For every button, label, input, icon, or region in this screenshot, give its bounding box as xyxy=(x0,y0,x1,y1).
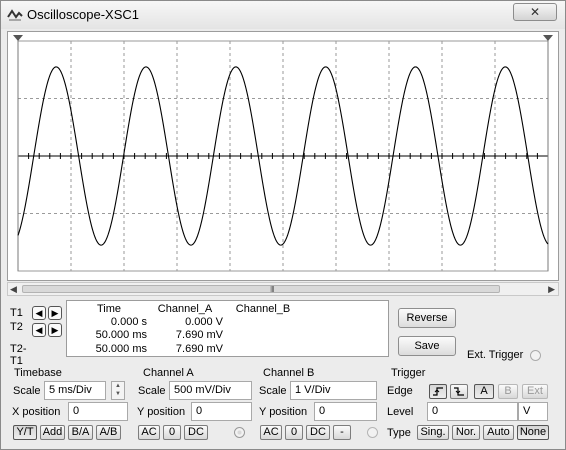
scroll-grip: III xyxy=(270,285,275,294)
readout-t2-channel-a: 7.690 mV xyxy=(175,329,223,341)
readout-header-channel-a: Channel_A xyxy=(157,303,213,315)
ext-trigger-terminal[interactable] xyxy=(530,350,541,361)
channel-b-ypos-field[interactable]: 0 xyxy=(314,402,377,421)
channel-b-zero-button[interactable]: 0 xyxy=(285,425,303,440)
channel-a-ypos-label: Y position xyxy=(137,406,186,418)
channel-a-ac-button[interactable]: AC xyxy=(138,425,160,440)
cursor-t1-label: T1 xyxy=(10,307,23,319)
trigger-source-ext-button[interactable]: Ext xyxy=(522,384,548,399)
channel-b-scale-field[interactable]: 1 V/Div xyxy=(290,381,377,400)
mode-ba-button[interactable]: B/A xyxy=(68,425,93,440)
trigger-single-button[interactable]: Sing. xyxy=(417,425,449,440)
trigger-source-b-button[interactable]: B xyxy=(498,384,518,399)
trigger-level-label: Level xyxy=(387,406,414,418)
timebase-xpos-field[interactable]: 0 xyxy=(68,402,128,421)
arrow-right-icon: ▶ xyxy=(51,308,59,318)
horizontal-scrollbar[interactable]: ◀ III ▶ xyxy=(7,282,559,296)
mode-add-button[interactable]: Add xyxy=(40,425,65,440)
save-button[interactable]: Save xyxy=(398,336,456,356)
channel-b-minus-button[interactable]: - xyxy=(333,425,351,440)
channel-a-terminal[interactable] xyxy=(234,427,245,438)
trigger-source-a-button[interactable]: A xyxy=(474,384,494,399)
close-button[interactable]: ✕ xyxy=(513,3,557,21)
trigger-auto-button[interactable]: Auto xyxy=(483,425,514,440)
channel-a-ypos-field[interactable]: 0 xyxy=(191,402,252,421)
timebase-scale-label: Scale xyxy=(13,385,41,397)
readout-header-time: Time xyxy=(96,303,122,315)
cursor-diff-label: T2-T1 xyxy=(10,343,27,367)
rising-edge-icon xyxy=(433,387,443,396)
oscilloscope-icon xyxy=(7,9,23,21)
mode-yt-button[interactable]: Y/T xyxy=(13,425,37,440)
falling-edge-button[interactable] xyxy=(450,384,468,399)
rising-edge-button[interactable] xyxy=(429,384,447,399)
readout-t2-time: 50.000 ms xyxy=(95,329,147,341)
channel-b-scale-label: Scale xyxy=(259,385,287,397)
t2-left-arrow-button[interactable]: ◀ xyxy=(32,323,46,337)
title-bar: Oscilloscope-XSC1 ✕ xyxy=(1,1,565,29)
close-icon: ✕ xyxy=(529,5,541,19)
t1-left-arrow-button[interactable]: ◀ xyxy=(32,306,46,320)
scroll-right-icon[interactable]: ▶ xyxy=(548,283,555,295)
trigger-normal-button[interactable]: Nor. xyxy=(452,425,480,440)
falling-edge-icon xyxy=(454,387,464,396)
readout-diff-time: 50.000 ms xyxy=(95,343,147,355)
cursor-t2-label: T2 xyxy=(10,321,23,333)
readout-header-channel-b: Channel_B xyxy=(235,303,291,315)
channel-a-dc-button[interactable]: DC xyxy=(184,425,208,440)
channel-b-ypos-label: Y position xyxy=(259,406,308,418)
arrow-left-icon: ◀ xyxy=(35,308,43,318)
trigger-title: Trigger xyxy=(391,367,426,379)
scroll-thumb[interactable]: III xyxy=(22,285,500,294)
cursor-t2-marker xyxy=(543,35,553,41)
trigger-level-field[interactable]: 0 xyxy=(427,402,518,421)
scroll-left-icon[interactable]: ◀ xyxy=(10,283,17,295)
window-title: Oscilloscope-XSC1 xyxy=(27,7,139,22)
arrow-left-icon: ◀ xyxy=(35,325,43,335)
channel-a-title: Channel A xyxy=(143,367,194,379)
channel-b-title: Channel B xyxy=(263,367,315,379)
readout-t1-time: 0.000 s xyxy=(110,316,147,328)
timebase-scale-field[interactable]: 5 ms/Div xyxy=(44,381,106,400)
channel-b-ac-button[interactable]: AC xyxy=(260,425,282,440)
timebase-xpos-label: X position xyxy=(12,406,61,418)
t1-right-arrow-button[interactable]: ▶ xyxy=(48,306,62,320)
channel-b-terminal[interactable] xyxy=(367,427,378,438)
trigger-type-label: Type xyxy=(387,427,411,439)
cursor-t1-marker xyxy=(13,35,23,41)
readout-t1-channel-a: 0.000 V xyxy=(185,316,223,328)
scope-display xyxy=(7,31,559,281)
oscilloscope-window: Oscilloscope-XSC1 ✕ ◀ III ▶ T1 T2 T2-T1 … xyxy=(0,0,566,450)
trigger-edge-label: Edge xyxy=(387,385,413,397)
ext-trigger-label: Ext. Trigger xyxy=(467,349,524,361)
channel-b-dc-button[interactable]: DC xyxy=(306,425,330,440)
timebase-title: Timebase xyxy=(14,367,62,379)
timebase-scale-spinner[interactable]: ▲ ▼ xyxy=(111,381,125,400)
mode-ab-button[interactable]: A/B xyxy=(96,425,121,440)
channel-a-zero-button[interactable]: 0 xyxy=(163,425,181,440)
channel-a-scale-label: Scale xyxy=(138,385,166,397)
arrow-right-icon: ▶ xyxy=(51,325,59,335)
waveform-display xyxy=(13,35,553,272)
channel-a-scale-field[interactable]: 500 mV/Div xyxy=(169,381,252,400)
t2-right-arrow-button[interactable]: ▶ xyxy=(48,323,62,337)
trigger-none-button[interactable]: None xyxy=(517,425,549,440)
measurement-readout: Time Channel_A Channel_B 0.000 s 0.000 V… xyxy=(66,300,389,357)
trigger-level-unit[interactable]: V xyxy=(518,402,548,421)
reverse-button[interactable]: Reverse xyxy=(398,308,456,328)
readout-diff-channel-a: 7.690 mV xyxy=(175,343,223,355)
